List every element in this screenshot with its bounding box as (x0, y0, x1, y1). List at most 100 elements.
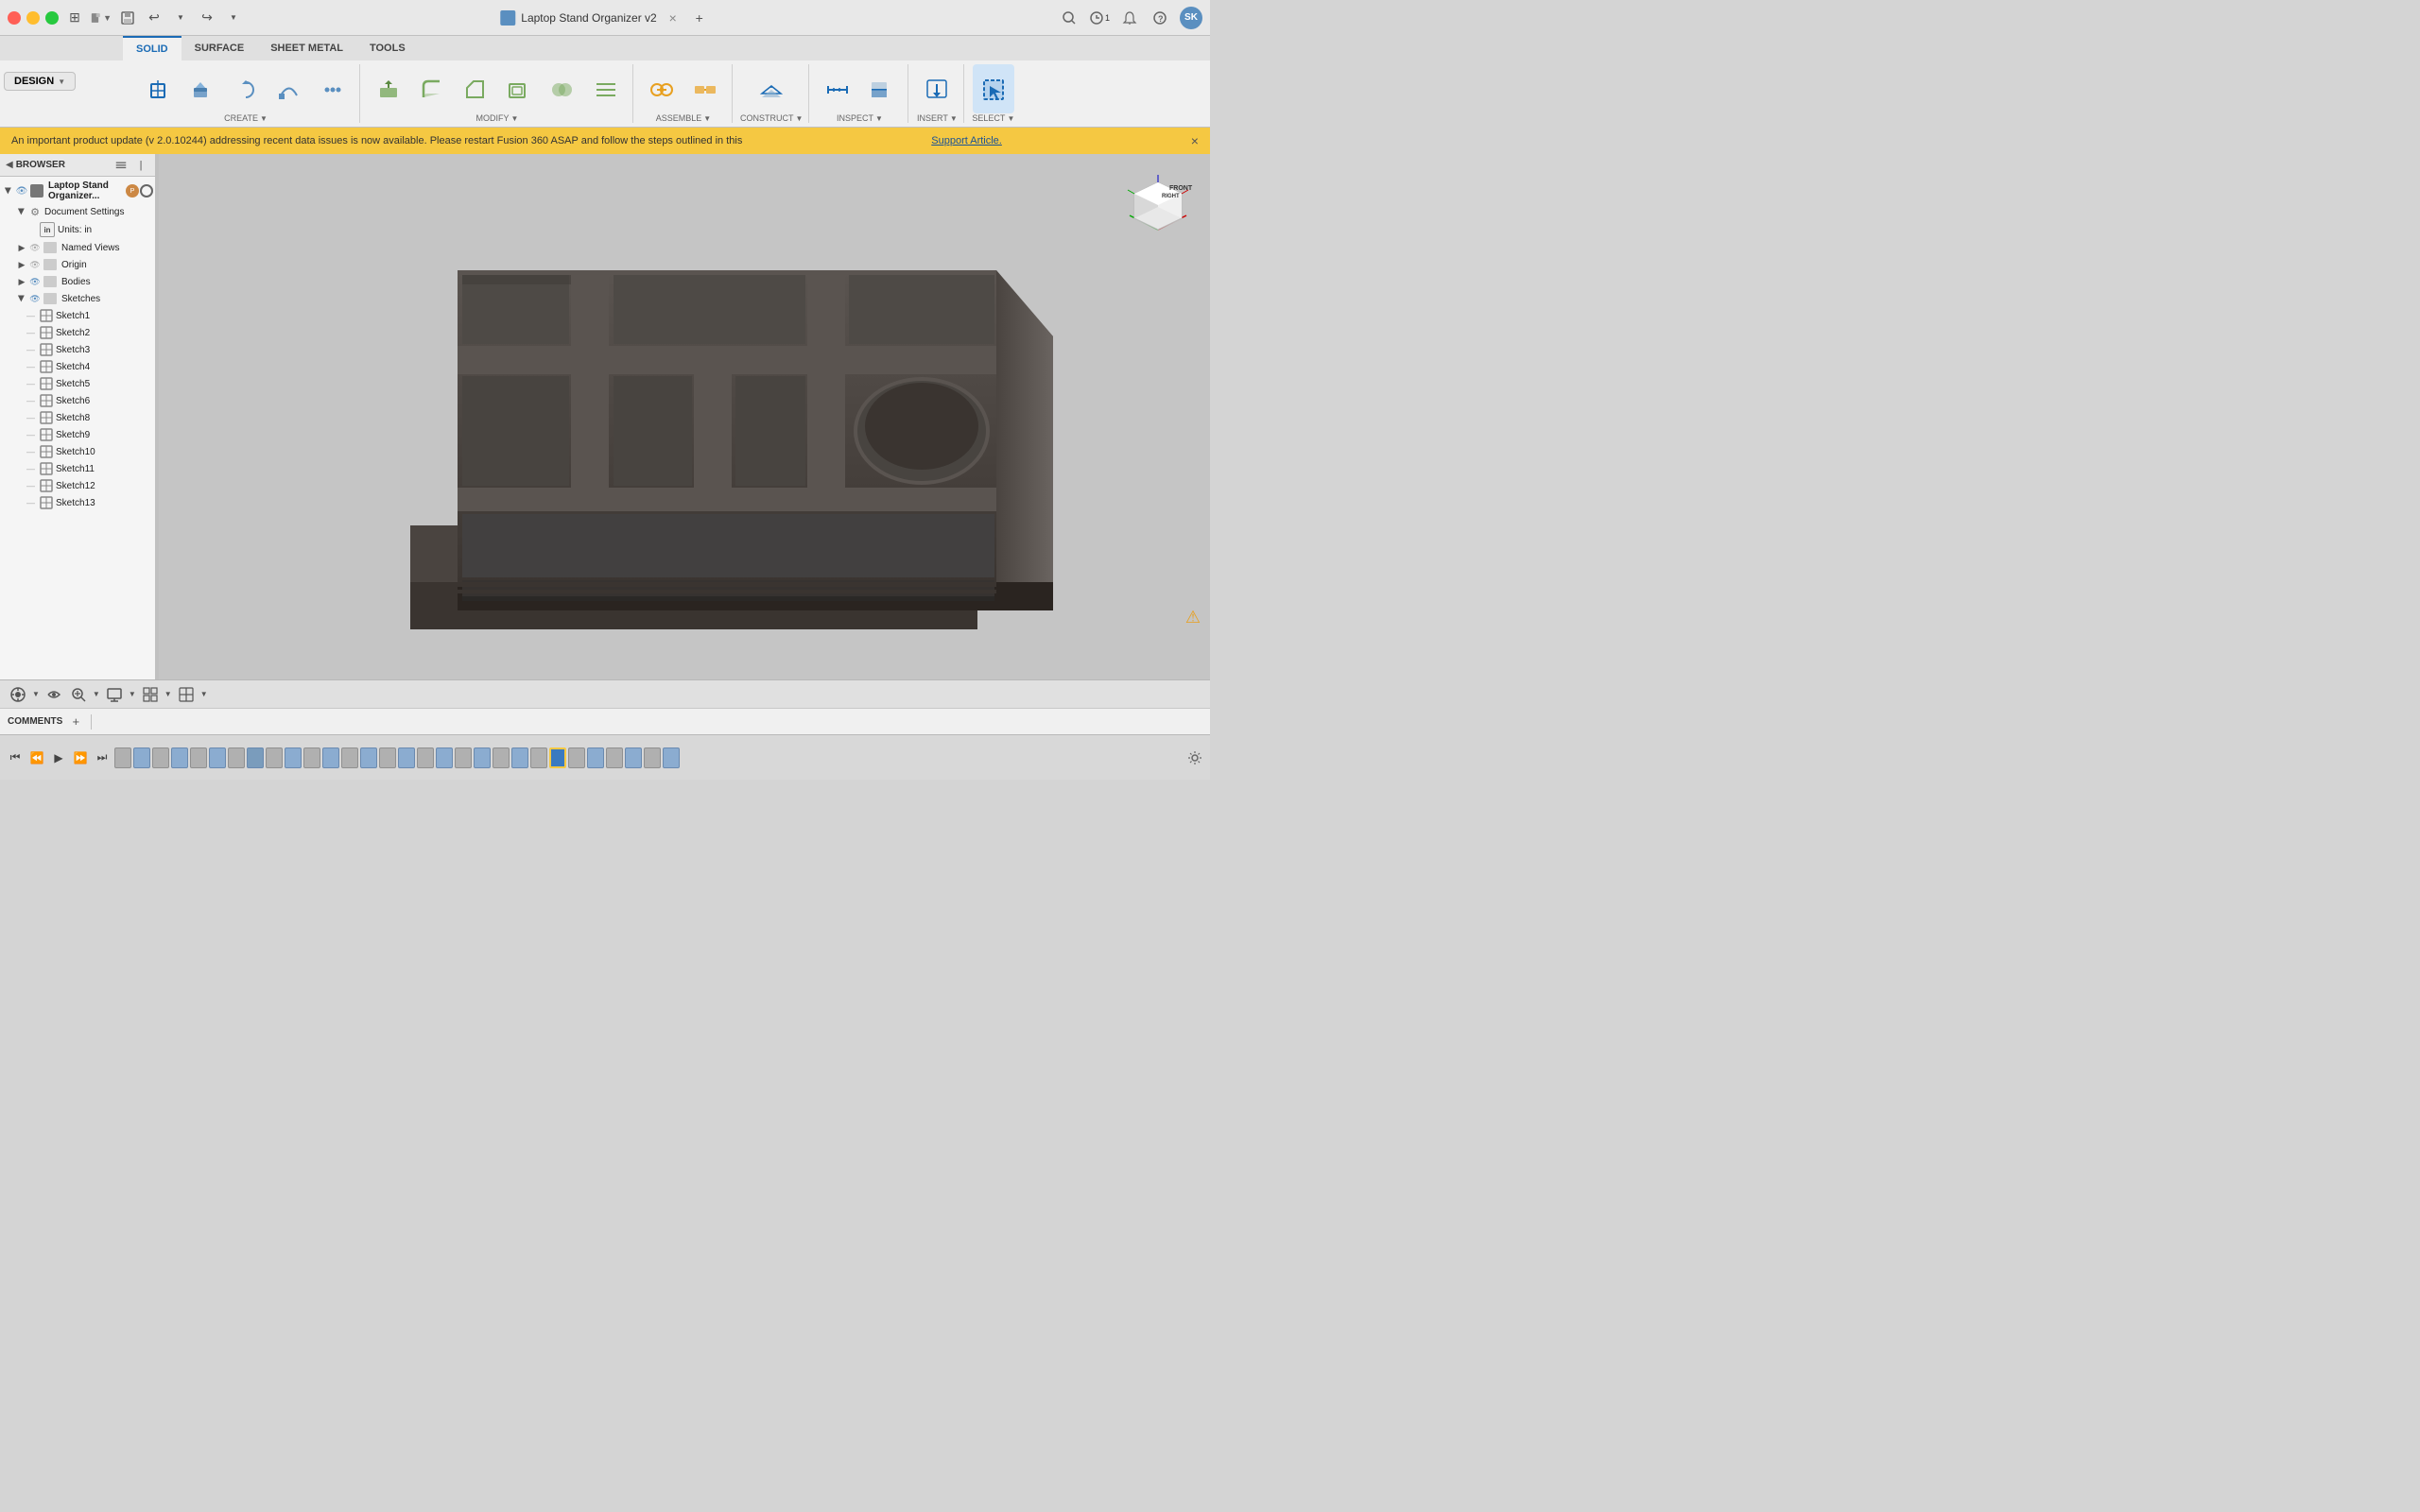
tree-sketch10[interactable]: — Sketch10 (0, 443, 155, 460)
browser-settings-button[interactable] (112, 157, 130, 174)
timeline-go-start-button[interactable]: ⏮ (6, 748, 25, 767)
tab-surface[interactable]: SURFACE (182, 36, 258, 60)
timeline-marker-24[interactable] (549, 747, 566, 768)
tree-sketch4[interactable]: — Sketch4 (0, 358, 155, 375)
save-button[interactable] (117, 8, 138, 28)
timeline-marker-1[interactable] (114, 747, 131, 768)
root-expand-arrow[interactable]: ▶ (2, 184, 15, 198)
timeline-marker-26[interactable] (587, 747, 604, 768)
tree-sketch13[interactable]: — Sketch13 (0, 494, 155, 511)
tab-tools[interactable]: TOOLS (356, 36, 419, 60)
extrude-button[interactable] (182, 64, 223, 113)
tab-sheet-metal[interactable]: SHEET METAL (257, 36, 356, 60)
timeline-marker-11[interactable] (303, 747, 320, 768)
timeline-marker-30[interactable] (663, 747, 680, 768)
timeline-marker-18[interactable] (436, 747, 453, 768)
bodies-vis[interactable]: 👁 (28, 275, 42, 288)
tree-named-views[interactable]: ▶ 👁 Named Views (0, 239, 155, 256)
timeline-marker-25[interactable] (568, 747, 585, 768)
sketches-vis[interactable]: 👁 (28, 292, 42, 305)
timeline-marker-22[interactable] (511, 747, 528, 768)
display-dropdown[interactable]: ▼ (129, 690, 136, 698)
zoom-button[interactable] (68, 684, 89, 705)
tree-sketch8[interactable]: — Sketch8 (0, 409, 155, 426)
apps-grid-button[interactable]: ⊞ (64, 8, 85, 28)
bodies-arrow[interactable]: ▶ (15, 275, 28, 288)
redo-button[interactable]: ↪ (197, 8, 217, 28)
timeline-marker-3[interactable] (152, 747, 169, 768)
timeline-marker-16[interactable] (398, 747, 415, 768)
timeline-marker-6[interactable] (209, 747, 226, 768)
assemble-more-button[interactable] (684, 64, 726, 113)
snap-dropdown[interactable]: ▼ (32, 690, 40, 698)
press-pull-button[interactable] (368, 64, 409, 113)
revolve-button[interactable] (225, 64, 267, 113)
sweep-button[interactable] (268, 64, 310, 113)
named-views-arrow[interactable]: ▶ (15, 241, 28, 254)
fillet-button[interactable] (411, 64, 453, 113)
modify-more-button[interactable] (585, 64, 627, 113)
joint-button[interactable] (641, 64, 683, 113)
tree-sketches[interactable]: ▶ 👁 Sketches (0, 290, 155, 307)
tree-sketch2[interactable]: — Sketch2 (0, 324, 155, 341)
combine-button[interactable] (542, 64, 583, 113)
tree-sketch6[interactable]: — Sketch6 (0, 392, 155, 409)
timeline-marker-7[interactable] (228, 747, 245, 768)
grid-button[interactable] (140, 684, 161, 705)
create-more-button[interactable] (312, 64, 354, 113)
help-button[interactable]: ? (1150, 8, 1170, 28)
offset-plane-button[interactable] (751, 64, 792, 113)
timeline-marker-23[interactable] (530, 747, 547, 768)
timeline-marker-8[interactable] (247, 747, 264, 768)
tree-document-settings[interactable]: ▶ ⚙ Document Settings (0, 203, 155, 220)
timeline-marker-12[interactable] (322, 747, 339, 768)
timeline-marker-28[interactable] (625, 747, 642, 768)
tree-units[interactable]: in Units: in (0, 220, 155, 239)
section-analysis-button[interactable] (860, 64, 902, 113)
help-search-button[interactable] (1059, 8, 1080, 28)
timeline-marker-19[interactable] (455, 747, 472, 768)
undo-dropdown-button[interactable]: ▼ (170, 8, 191, 28)
timeline-marker-21[interactable] (493, 747, 510, 768)
notification-close-button[interactable]: × (1191, 133, 1199, 148)
browser-collapse-icon[interactable]: ◀ (6, 160, 13, 170)
new-tab-button[interactable]: + (689, 8, 710, 28)
file-menu-button[interactable]: ▼ (91, 8, 112, 28)
viewport-layout-dropdown[interactable]: ▼ (200, 690, 208, 698)
timeline-marker-9[interactable] (266, 747, 283, 768)
timeline-marker-10[interactable] (285, 747, 302, 768)
tree-sketch9[interactable]: — Sketch9 (0, 426, 155, 443)
shell-button[interactable] (498, 64, 540, 113)
zoom-dropdown[interactable]: ▼ (93, 690, 100, 698)
timeline-go-end-button[interactable]: ⏭ (93, 748, 112, 767)
viewport[interactable]: FRONT RIGHT (159, 154, 1210, 679)
tree-sketch11[interactable]: — Sketch11 (0, 460, 155, 477)
origin-vis[interactable]: 👁 (28, 258, 42, 271)
browser-expand-button[interactable]: | (132, 157, 149, 174)
timeline-marker-17[interactable] (417, 747, 434, 768)
close-button[interactable] (8, 11, 21, 25)
orbit-button[interactable] (43, 684, 64, 705)
named-views-vis[interactable]: 👁 (28, 241, 42, 254)
add-comment-button[interactable]: + (68, 714, 83, 730)
design-dropdown-button[interactable]: DESIGN ▼ (4, 72, 76, 91)
select-button[interactable] (973, 64, 1014, 113)
new-component-button[interactable] (138, 64, 180, 113)
timeline-marker-27[interactable] (606, 747, 623, 768)
timeline-play-button[interactable]: ▶ (49, 748, 68, 767)
timeline-marker-20[interactable] (474, 747, 491, 768)
tree-sketch5[interactable]: — Sketch5 (0, 375, 155, 392)
notification-link[interactable]: Support Article. (931, 135, 1002, 146)
timeline-marker-29[interactable] (644, 747, 661, 768)
timeline-step-forward-button[interactable]: ⏩ (71, 748, 90, 767)
tree-sketch1[interactable]: — Sketch1 (0, 307, 155, 324)
tree-origin[interactable]: ▶ 👁 Origin (0, 256, 155, 273)
jobs-button[interactable]: 1 (1089, 8, 1110, 28)
minimize-button[interactable] (26, 11, 40, 25)
timeline-marker-2[interactable] (133, 747, 150, 768)
tree-bodies[interactable]: ▶ 👁 Bodies (0, 273, 155, 290)
tab-solid[interactable]: SOLID (123, 36, 182, 60)
tree-sketch3[interactable]: — Sketch3 (0, 341, 155, 358)
timeline-marker-4[interactable] (171, 747, 188, 768)
timeline-step-back-button[interactable]: ⏪ (27, 748, 46, 767)
